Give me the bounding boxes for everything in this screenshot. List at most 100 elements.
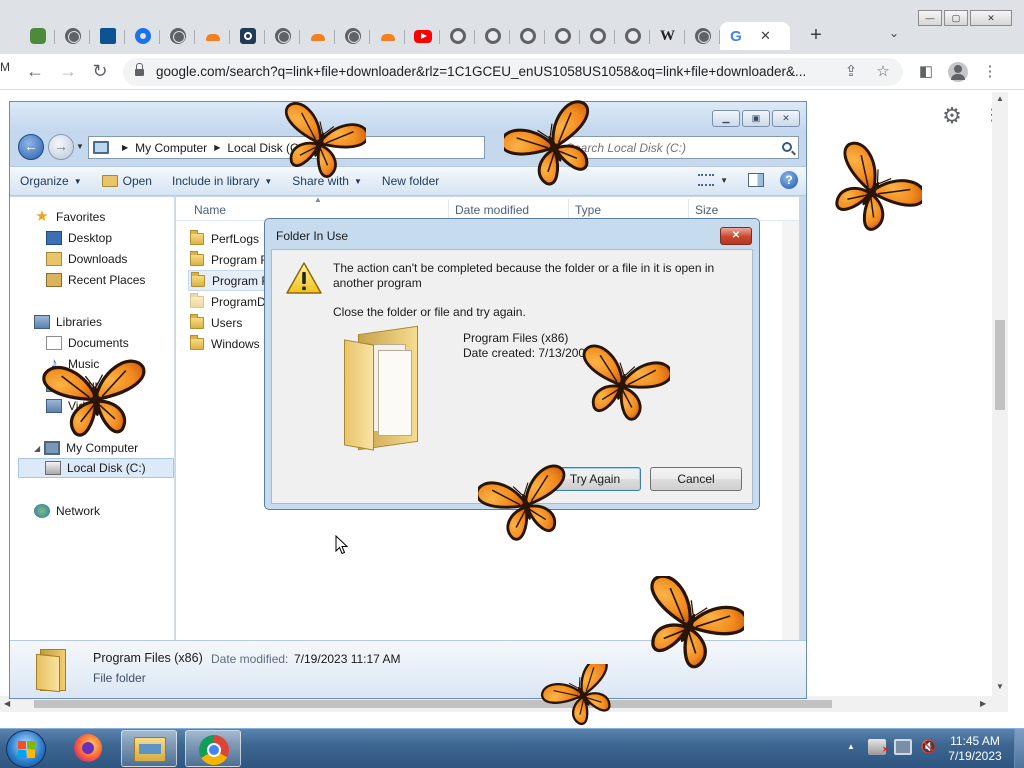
search-settings-gear-icon[interactable]: ⚙ (940, 104, 964, 128)
breadcrumb-my-computer[interactable]: My Computer (135, 141, 207, 155)
file-list-scrollbar[interactable] (782, 221, 799, 640)
tab-chrome-6[interactable] (615, 22, 650, 50)
change-view-icon[interactable] (698, 174, 715, 186)
profile-avatar-icon[interactable] (948, 62, 968, 82)
nav-pictures[interactable]: Pictures (46, 375, 111, 395)
preview-pane-icon[interactable] (748, 173, 764, 187)
taskbar-explorer[interactable] (121, 730, 177, 767)
tab-globe-2[interactable] (160, 22, 195, 50)
share-with-menu[interactable]: Share with ▼ (282, 174, 372, 188)
tab-green-shield[interactable] (20, 22, 55, 50)
file-row[interactable]: PerfLogs (190, 228, 259, 249)
scroll-up-arrow-icon[interactable]: ▲ (996, 94, 1004, 103)
tab-camera[interactable] (230, 22, 265, 50)
chrome-menu-icon[interactable]: ⋮ (974, 60, 1006, 84)
browser-minimize-button[interactable]: — (918, 10, 942, 26)
taskbar-firefox[interactable] (60, 730, 116, 767)
tab-chart[interactable] (90, 22, 125, 50)
tab-cloudflare-2[interactable] (300, 22, 335, 50)
explorer-minimize-button[interactable]: ▁ (712, 110, 740, 127)
taskbar-chrome[interactable] (185, 730, 241, 767)
tab-chrome-2[interactable] (475, 22, 510, 50)
show-desktop-button[interactable] (1014, 729, 1024, 768)
nav-libraries[interactable]: Libraries (34, 312, 102, 332)
explorer-forward-button[interactable]: → (48, 134, 74, 160)
column-separator[interactable] (688, 199, 689, 219)
help-icon[interactable]: ? (780, 171, 798, 189)
nav-network[interactable]: Network (34, 501, 100, 521)
tab-gear[interactable] (125, 22, 160, 50)
volume-muted-icon[interactable]: 🔇 (920, 739, 938, 755)
nav-downloads[interactable]: Downloads (46, 249, 127, 269)
page-vertical-scrollbar[interactable]: ▲ ▼ (992, 92, 1008, 696)
tab-chrome-4[interactable] (545, 22, 580, 50)
lock-icon[interactable] (135, 63, 144, 77)
try-again-button[interactable]: Try Again (549, 467, 641, 491)
breadcrumb-separator-icon[interactable]: ▶ (122, 143, 128, 152)
breadcrumb-separator-icon[interactable]: ▶ (214, 143, 220, 152)
show-hidden-icons-arrow-icon[interactable]: ▲ (842, 739, 860, 755)
breadcrumb-local-disk[interactable]: Local Disk (C:) (227, 141, 306, 155)
action-center-flag-icon[interactable] (868, 739, 889, 758)
scroll-right-arrow-icon[interactable]: ▶ (980, 699, 986, 708)
views-dropdown-icon[interactable]: ▼ (720, 176, 728, 185)
column-separator[interactable] (568, 199, 569, 219)
bookmark-star-icon[interactable]: ☆ (873, 62, 893, 82)
tab-cloudflare-1[interactable] (195, 22, 230, 50)
nav-music[interactable]: ♪ Music (46, 354, 99, 374)
tab-globe-4[interactable] (335, 22, 370, 50)
share-icon[interactable]: ⇪ (841, 62, 861, 82)
column-header-date[interactable]: Date modified (455, 203, 529, 217)
nav-videos[interactable]: Videos (46, 396, 104, 416)
page-vertical-scroll-thumb[interactable] (995, 320, 1005, 410)
tab-globe-5[interactable] (685, 22, 720, 50)
explorer-titlebar[interactable]: ▁ ▣ ✕ (10, 102, 806, 134)
history-dropdown-icon[interactable]: ▼ (76, 142, 84, 151)
explorer-back-button[interactable]: ← (18, 134, 44, 160)
explorer-address-bar[interactable]: ▶ My Computer ▶ Local Disk (C:) ▶ (88, 136, 485, 159)
browser-close-button[interactable]: ✕ (970, 10, 1012, 26)
tab-google-active[interactable]: G ✕ (720, 22, 790, 50)
nav-desktop[interactable]: Desktop (46, 228, 112, 248)
organize-menu[interactable]: Organize ▼ (10, 174, 92, 188)
tab-chrome-3[interactable] (510, 22, 545, 50)
tab-wikipedia[interactable]: W (650, 22, 685, 50)
file-row[interactable]: Users (190, 312, 242, 333)
url-text[interactable]: google.com/search?q=link+file+downloader… (156, 64, 836, 79)
browser-maximize-button[interactable]: ▢ (944, 10, 968, 26)
column-header-name[interactable]: Name (194, 203, 226, 217)
tab-chrome-5[interactable] (580, 22, 615, 50)
nav-recent-places[interactable]: Recent Places (46, 270, 145, 290)
column-header-type[interactable]: Type (575, 203, 601, 217)
column-separator[interactable] (448, 199, 449, 219)
tab-chrome-1[interactable] (440, 22, 475, 50)
page-horizontal-scroll-thumb[interactable] (34, 700, 832, 708)
tab-cloudflare-3[interactable] (370, 22, 405, 50)
start-button[interactable] (6, 730, 46, 768)
back-button[interactable]: ← (23, 60, 47, 84)
new-folder-button[interactable]: New folder (372, 174, 449, 188)
dialog-close-button[interactable]: ✕ (720, 227, 752, 245)
nav-my-computer[interactable]: ◢ My Computer (34, 438, 138, 458)
column-header-size[interactable]: Size (695, 203, 718, 217)
explorer-maximize-button[interactable]: ▣ (742, 110, 770, 127)
tab-globe-1[interactable] (55, 22, 90, 50)
side-panel-icon[interactable]: ◧ (910, 60, 942, 84)
nav-documents[interactable]: Documents (46, 333, 129, 353)
system-clock[interactable]: 11:45 AM 7/19/2023 (940, 734, 1010, 764)
explorer-close-button[interactable]: ✕ (772, 110, 800, 127)
open-button[interactable]: Open (92, 174, 162, 188)
cancel-button[interactable]: Cancel (650, 467, 742, 491)
tab-globe-3[interactable] (265, 22, 300, 50)
explorer-search-input[interactable] (566, 141, 766, 155)
breadcrumb-separator-icon[interactable]: ▶ (313, 143, 319, 152)
network-status-icon[interactable] (894, 739, 912, 755)
nav-local-disk[interactable]: Local Disk (C:) (18, 458, 174, 478)
reload-button[interactable]: ↻ (88, 60, 112, 84)
forward-button[interactable]: → (56, 60, 80, 84)
nav-favorites[interactable]: ★ Favorites (34, 207, 105, 227)
explorer-search-box[interactable] (559, 136, 799, 159)
tab-close-icon[interactable]: ✕ (760, 28, 771, 44)
address-bar[interactable]: google.com/search?q=link+file+downloader… (123, 58, 903, 86)
search-icon[interactable] (782, 142, 792, 152)
